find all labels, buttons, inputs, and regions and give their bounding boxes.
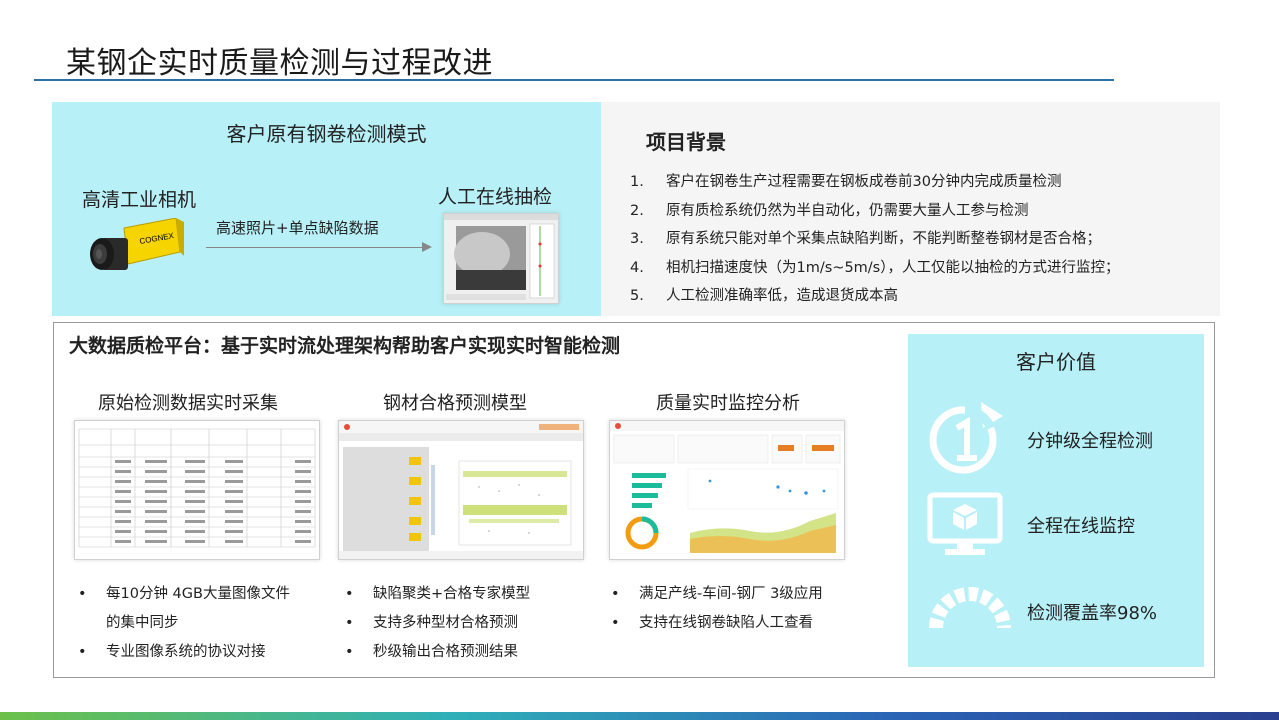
manual-inspection-screenshot [443, 213, 559, 304]
list-item: • 支持在线钢卷缺陷人工查看 [611, 615, 813, 631]
prediction-model-screenshot [338, 420, 584, 560]
list-item: 的集中同步 [106, 615, 179, 631]
collection-bullets: • 每10分钟 4GB大量图像文件 的集中同步 • 专业图像系统的协议对接 [78, 580, 328, 667]
list-item: • 秒级输出合格预测结果 [345, 644, 518, 660]
flow-arrow-line [206, 247, 426, 248]
list-item: • 专业图像系统的协议对接 [78, 644, 266, 660]
monitor-cube-icon [927, 492, 1003, 555]
column-title-collection: 原始检测数据实时采集 [98, 393, 278, 414]
quality-monitoring-screenshot [609, 420, 845, 560]
title-divider [34, 79, 1114, 81]
page-title: 某钢企实时质量检测与过程改进 [66, 46, 493, 81]
arrow-label: 高速照片+单点缺陷数据 [216, 219, 379, 237]
value-item-coverage: 检测覆盖率98% [1027, 603, 1158, 624]
monitoring-dashboard-image [610, 421, 844, 559]
list-item: 3. 原有系统只能对单个采集点缺陷判断，不能判断整卷钢材是否合格； [630, 231, 1101, 247]
column-title-model: 钢材合格预测模型 [383, 393, 527, 414]
industrial-camera-icon: COGNEX [90, 218, 184, 270]
data-table-image [75, 421, 319, 559]
value-item-online-monitoring: 全程在线监控 [1027, 516, 1135, 537]
flow-arrow-head [422, 242, 432, 252]
monitoring-bullets: • 满足产线-车间-钢厂 3级应用 • 支持在线钢卷缺陷人工查看 [611, 580, 891, 638]
one-minute-cycle-icon [929, 402, 1003, 474]
model-bullets: • 缺陷聚类+合格专家模型 • 支持多种型材合格预测 • 秒级输出合格预测结果 [345, 580, 585, 667]
original-mode-title: 客户原有钢卷检测模式 [226, 122, 427, 146]
list-item: • 支持多种型材合格预测 [345, 615, 518, 631]
list-item: • 每10分钟 4GB大量图像文件 [78, 586, 290, 602]
background-title: 项目背景 [646, 130, 726, 154]
list-item: • 缺陷聚类+合格专家模型 [345, 586, 531, 602]
coverage-gauge-icon [929, 587, 1011, 629]
platform-title: 大数据质检平台：基于实时流处理架构帮助客户实现实时智能检测 [69, 335, 621, 357]
value-item-minute-detection: 分钟级全程检测 [1027, 431, 1153, 452]
camera-label: 高清工业相机 [82, 189, 197, 211]
list-item: 1. 客户在钢卷生产过程需要在钢板成卷前30分钟内完成质量检测 [630, 174, 1062, 190]
list-item: 2. 原有质检系统仍然为半自动化，仍需要大量人工参与检测 [630, 202, 1029, 219]
list-item: 4. 相机扫描速度快（为1m/s~5m/s），人工仅能以抽检的方式进行监控； [630, 259, 1120, 276]
list-item: 5. 人工检测准确率低，造成退货成本高 [630, 288, 898, 304]
customer-value-title: 客户价值 [1016, 350, 1096, 374]
inspection-label: 人工在线抽检 [438, 186, 553, 208]
background-list: 1. 客户在钢卷生产过程需要在钢板成卷前30分钟内完成质量检测 2. 原有质检系统仍… [630, 168, 1210, 311]
column-title-monitoring: 质量实时监控分析 [656, 393, 800, 414]
raw-data-table-screenshot [74, 420, 320, 560]
prediction-model-image [339, 421, 583, 559]
list-item: • 满足产线-车间-钢厂 3级应用 [611, 586, 823, 602]
inspection-screen-image [444, 214, 558, 303]
footer-gradient-bar [0, 712, 1279, 720]
